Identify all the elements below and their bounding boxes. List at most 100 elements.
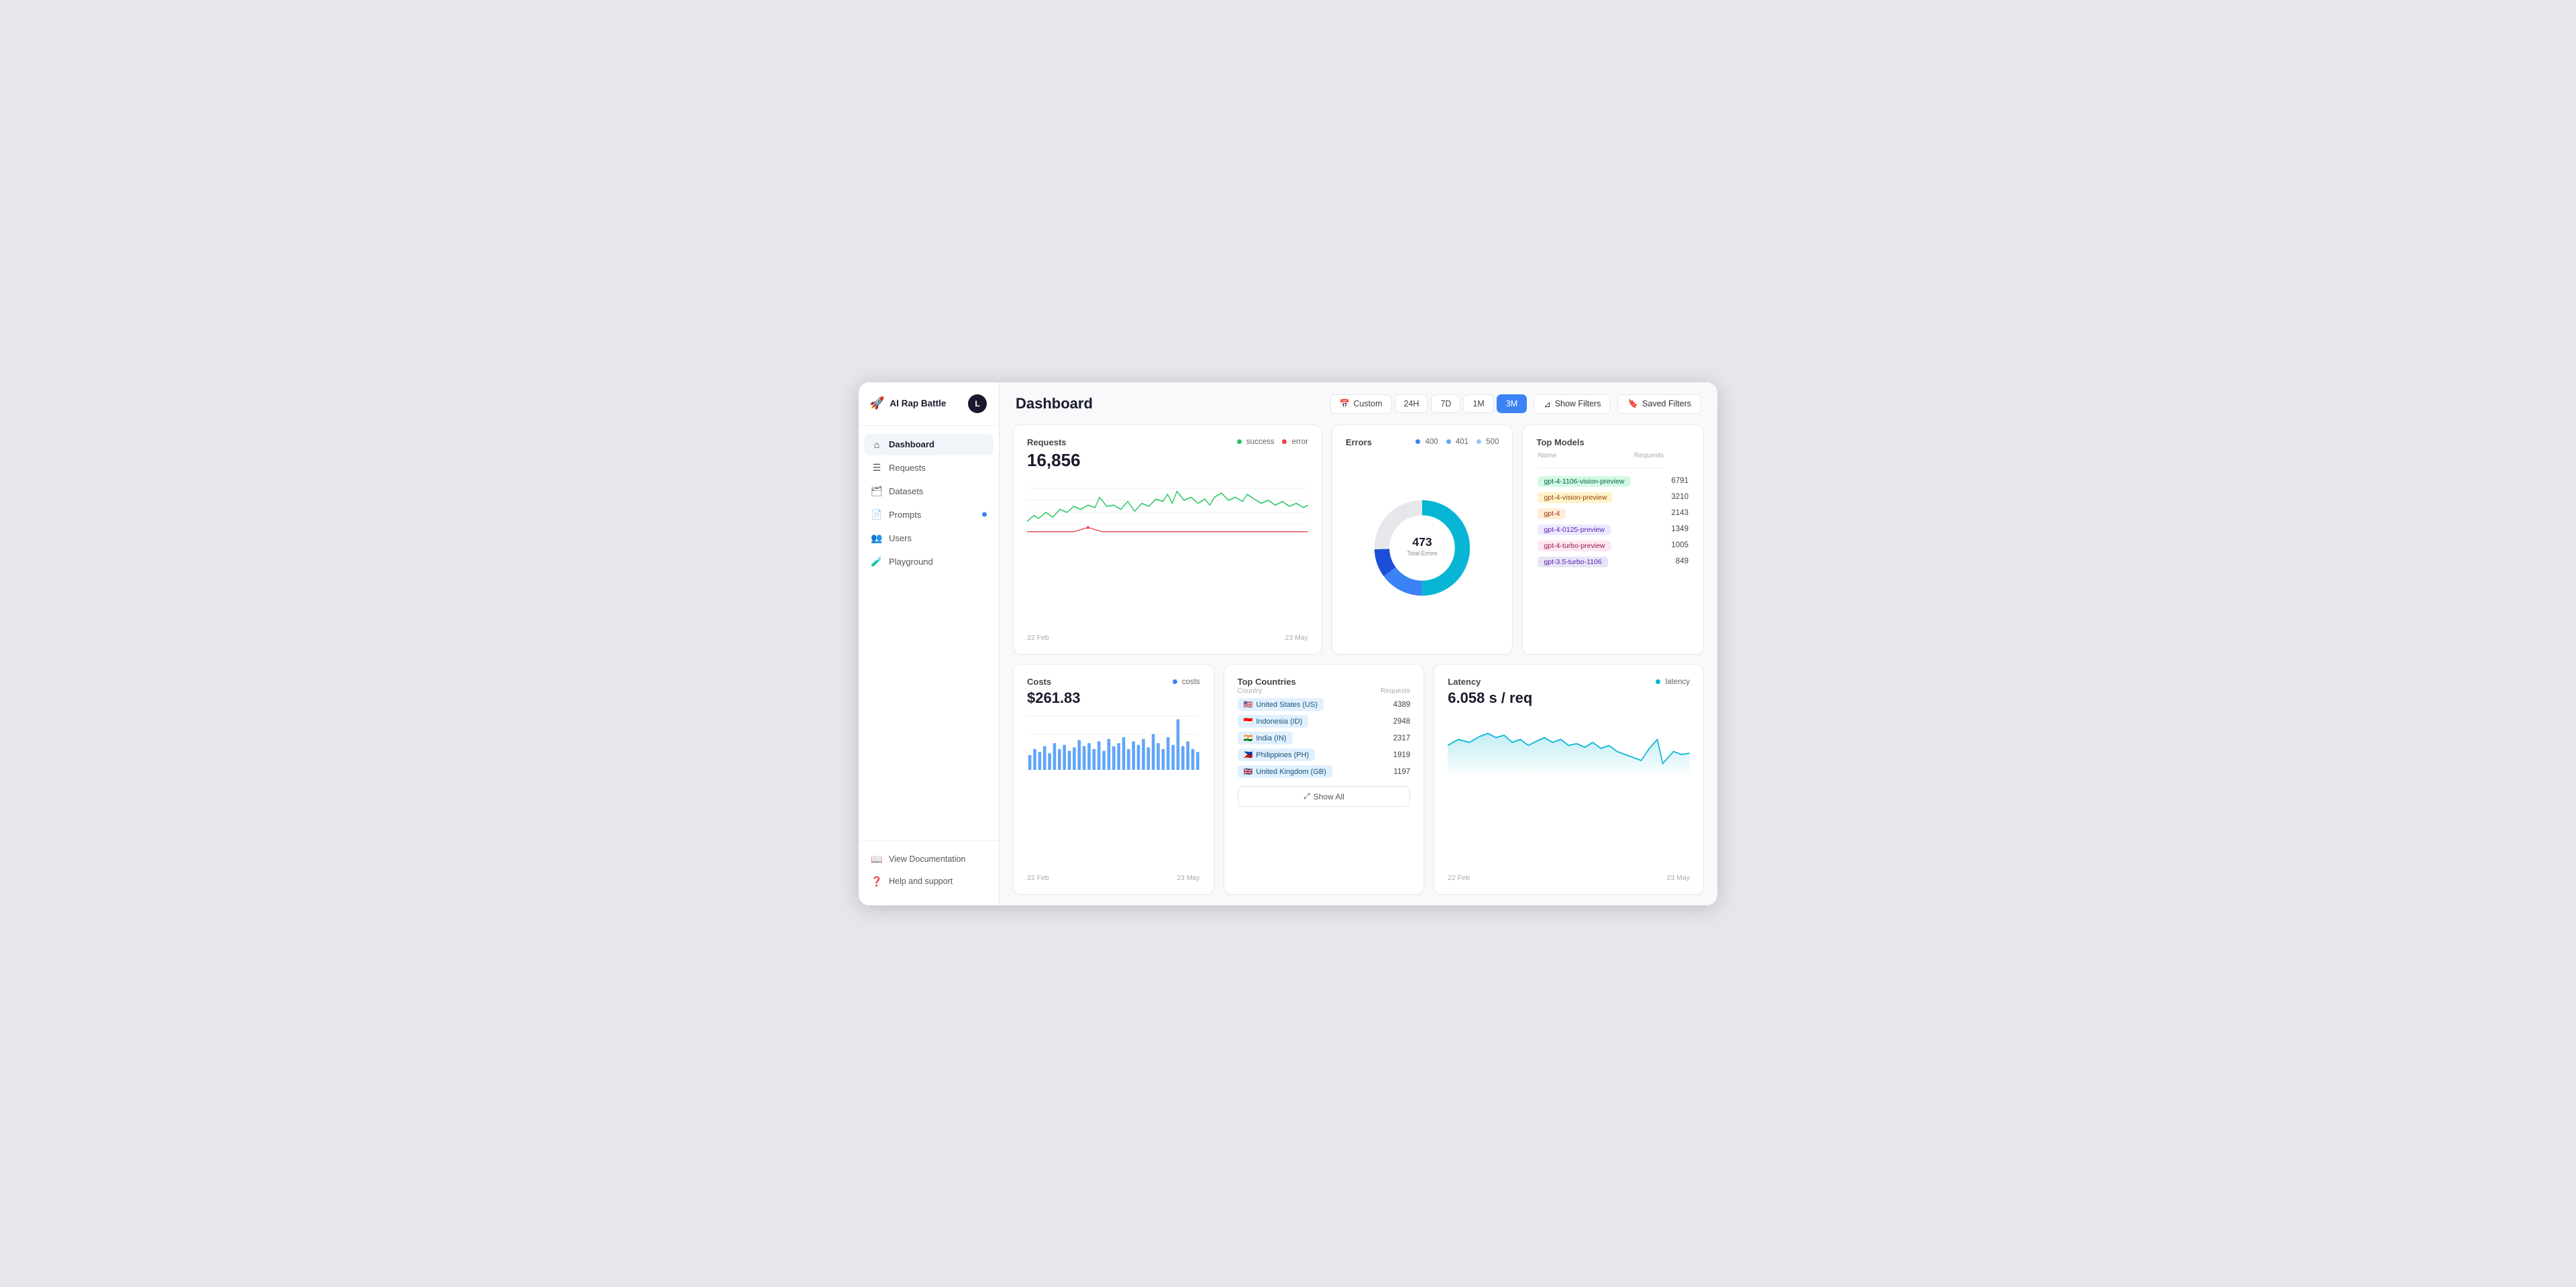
country-count: 2317: [1393, 734, 1411, 742]
countries-card: Top Countries Country Requests 🇺🇸 United…: [1224, 664, 1425, 895]
latency-value: 6.058 s / req: [1448, 689, 1690, 707]
errors-card-title: Errors: [1346, 437, 1372, 447]
costs-card-header: Costs costs: [1027, 677, 1200, 687]
country-row: 🇵🇭 Philippines (PH) 1919: [1238, 748, 1411, 761]
model-row: gpt-4-turbo-preview 1005: [1538, 538, 1688, 553]
custom-filter-btn[interactable]: 📅 Custom: [1330, 394, 1392, 414]
requests-chart: [1027, 476, 1308, 632]
filter-icon: ⊿: [1544, 399, 1550, 409]
show-all-button[interactable]: ⤢ Show All: [1238, 786, 1411, 807]
sidebar-item-label: Playground: [889, 557, 933, 567]
model-badge: gpt-4-1106-vision-preview: [1538, 476, 1630, 487]
requests-value: 16,856: [1027, 450, 1308, 471]
sidebar-nav: ⌂ Dashboard ☰ Requests 🗂 Datasets 📄 Prom…: [859, 426, 999, 840]
avatar: L: [968, 394, 987, 413]
model-row: gpt-3.5-turbo-1106 849: [1538, 554, 1688, 569]
model-count: 1005: [1665, 538, 1688, 553]
requests-card: Requests success error 16,8: [1013, 425, 1322, 655]
sidebar-item-label: Datasets: [889, 486, 923, 496]
sidebar-item-label: Prompts: [889, 510, 921, 520]
error-legend: error: [1282, 438, 1307, 446]
sidebar: 🚀 AI Rap Battle L ⌂ Dashboard ☰ Requests…: [859, 382, 1000, 905]
country-badge: 🇮🇳 India (IN): [1238, 732, 1293, 744]
docs-label: View Documentation: [889, 854, 965, 864]
error-dot: [1282, 439, 1287, 444]
view-documentation-link[interactable]: 📖 View Documentation: [864, 849, 994, 870]
country-row: 🇬🇧 United Kingdom (GB) 1197: [1238, 765, 1411, 778]
costs-chart: [1027, 716, 1200, 871]
500-legend: 500: [1477, 438, 1499, 446]
model-badge: gpt-3.5-turbo-1106: [1538, 557, 1607, 567]
sidebar-brand: 🚀 AI Rap Battle: [869, 396, 946, 410]
sidebar-item-dashboard[interactable]: ⌂ Dashboard: [864, 434, 994, 455]
country-flag: 🇮🇩: [1244, 717, 1253, 726]
sidebar-item-label: Dashboard: [889, 439, 934, 449]
sidebar-item-requests[interactable]: ☰ Requests: [864, 457, 994, 479]
countries-table-header: Country Requests: [1238, 687, 1411, 695]
model-badge: gpt-4-vision-preview: [1538, 492, 1613, 503]
country-count: 4389: [1393, 701, 1411, 709]
errors-card: Errors 400 401: [1332, 425, 1513, 655]
save-filter-icon: 🔖: [1627, 399, 1638, 409]
main-content: Dashboard 📅 Custom 24H 7D 1M: [1000, 382, 1717, 905]
brand-icon: 🚀: [869, 396, 884, 410]
500-dot: [1477, 439, 1481, 444]
requests-icon: ☰: [871, 462, 883, 473]
docs-icon: 📖: [871, 854, 883, 865]
400-dot: [1415, 439, 1420, 444]
top-models-title: Top Models: [1536, 437, 1690, 447]
top-models-card: Top Models Name Requests gpt-4-1106-visi…: [1522, 425, 1704, 655]
expand-icon: ⤢: [1303, 791, 1310, 801]
errors-donut-container: 473 Total Errors: [1346, 454, 1499, 642]
3m-filter-btn[interactable]: 3M: [1497, 394, 1527, 413]
costs-card-title: Costs: [1027, 677, 1051, 687]
sidebar-item-users[interactable]: 👥 Users: [864, 527, 994, 549]
main-body: Requests success error 16,8: [1000, 414, 1717, 905]
country-count: 2948: [1393, 718, 1411, 726]
models-col-name: Name: [1538, 451, 1556, 463]
errors-legend: 400 401 500: [1415, 438, 1499, 446]
country-count: 1197: [1394, 768, 1411, 776]
latency-card: Latency latency 6.058 s / req: [1434, 664, 1704, 895]
sidebar-footer: 📖 View Documentation ❓ Help and support: [859, 840, 999, 905]
home-icon: ⌂: [871, 439, 883, 450]
1m-filter-btn[interactable]: 1M: [1463, 394, 1493, 413]
sidebar-item-label: Users: [889, 533, 912, 543]
country-badge: 🇵🇭 Philippines (PH): [1238, 748, 1316, 761]
donut-total-label: Total Errors: [1407, 550, 1438, 557]
model-badge: gpt-4: [1538, 508, 1566, 519]
models-table: Name Requests gpt-4-1106-vision-preview …: [1536, 450, 1690, 570]
saved-filters-button[interactable]: 🔖 Saved Filters: [1617, 394, 1701, 414]
help-icon: ❓: [871, 876, 883, 887]
donut-total-value: 473: [1413, 535, 1433, 549]
sidebar-header: 🚀 AI Rap Battle L: [859, 382, 999, 426]
help-support-link[interactable]: ❓ Help and support: [864, 871, 994, 892]
401-dot: [1446, 439, 1451, 444]
show-filters-button[interactable]: ⊿ Show Filters: [1534, 394, 1611, 414]
costs-dot: [1173, 679, 1177, 684]
country-flag: 🇮🇳: [1244, 734, 1253, 742]
sidebar-item-prompts[interactable]: 📄 Prompts: [864, 504, 994, 526]
models-table-header: Name Requests: [1538, 451, 1664, 468]
latency-chart: [1448, 712, 1690, 871]
costs-chart-dates: 22 Feb 23 May: [1027, 874, 1200, 882]
model-row: gpt-4 2143: [1538, 506, 1688, 520]
main-header: Dashboard 📅 Custom 24H 7D 1M: [1000, 382, 1717, 414]
7d-filter-btn[interactable]: 7D: [1431, 394, 1460, 413]
playground-icon: 🧪: [871, 556, 883, 567]
country-name: Indonesia (ID): [1256, 718, 1302, 726]
24h-filter-btn[interactable]: 24H: [1395, 394, 1429, 413]
sidebar-item-playground[interactable]: 🧪 Playground: [864, 551, 994, 573]
sidebar-item-datasets[interactable]: 🗂 Datasets: [864, 480, 994, 502]
model-row: gpt-4-0125-preview 1349: [1538, 522, 1688, 537]
time-filter-group: 📅 Custom 24H 7D 1M 3M: [1330, 394, 1527, 414]
countries-card-title: Top Countries: [1238, 677, 1411, 687]
country-row: 🇮🇩 Indonesia (ID) 2948: [1238, 715, 1411, 728]
model-count: 6791: [1665, 473, 1688, 488]
country-flag: 🇺🇸: [1244, 700, 1253, 709]
errors-donut-chart: 473 Total Errors: [1368, 494, 1476, 602]
dashboard-row-2: Costs costs $261.83: [1013, 664, 1704, 895]
latency-dot: [1656, 679, 1660, 684]
country-flag: 🇬🇧: [1244, 767, 1253, 776]
country-badge: 🇺🇸 United States (US): [1238, 698, 1324, 711]
